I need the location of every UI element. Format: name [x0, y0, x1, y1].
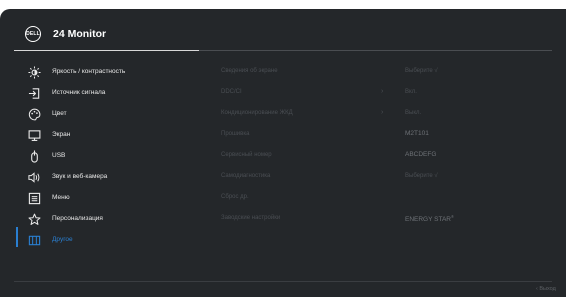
- header-divider: [199, 50, 552, 51]
- menu-label: Другое: [52, 236, 73, 243]
- submenu-value: Вкл.: [405, 89, 417, 95]
- menu-label: Звук и веб-камера: [52, 173, 108, 180]
- menu-item-menu[interactable]: Меню: [0, 190, 200, 211]
- registered-mark: ®: [451, 214, 454, 219]
- submenu-label: Сервисный номер: [221, 152, 272, 158]
- menu-label: USB: [52, 152, 66, 159]
- submenu-label: Кондиционирование ЖКД: [221, 110, 293, 116]
- star-icon: [27, 213, 41, 227]
- menu-label: Экран: [52, 131, 71, 138]
- monitor-osd-panel: DELL 24 Monitor Яркость / контрастность …: [0, 9, 566, 297]
- submenu-label: Самодиагностика: [221, 173, 271, 179]
- menu-label: Цвет: [52, 110, 67, 117]
- menu-item-brightness[interactable]: Яркость / контрастность: [0, 64, 200, 85]
- menu-item-personalize[interactable]: Персонализация: [0, 211, 200, 232]
- osd-title: 24 Monitor: [53, 28, 107, 40]
- osd-header: DELL 24 Monitor: [0, 9, 566, 50]
- menu-item-color[interactable]: Цвет: [0, 106, 200, 127]
- exit-button[interactable]: ‹ Выход: [536, 286, 556, 292]
- menu-item-audio-webcam[interactable]: Звук и веб-камера: [0, 169, 200, 190]
- chevron-right-icon: ›: [381, 109, 384, 116]
- input-source-icon: [27, 87, 41, 101]
- color-palette-icon: [27, 108, 41, 122]
- submenu-label: Сброс др.: [221, 194, 249, 200]
- submenu-value: Выберите √: [405, 68, 438, 74]
- submenu-value: ABCDEFG: [405, 151, 437, 158]
- footer-divider: [14, 281, 552, 282]
- header-divider-active: [14, 50, 199, 51]
- submenu-value: Выберите √: [405, 173, 438, 179]
- submenu-label: Заводские настройки: [221, 215, 281, 221]
- menu-label: Меню: [52, 194, 70, 201]
- menu-item-input-source[interactable]: Источник сигнала: [0, 85, 200, 106]
- submenu-value: M2T101: [405, 130, 429, 137]
- energy-star-value: ENERGY STAR®: [405, 214, 454, 224]
- other-icon: [27, 234, 41, 248]
- dell-logo: DELL: [25, 26, 41, 42]
- submenu-label: Прошивка: [221, 131, 250, 137]
- menu-label: Источник сигнала: [52, 89, 106, 96]
- submenu-value: Выкл.: [405, 110, 422, 116]
- menu-label: Яркость / контрастность: [52, 68, 126, 75]
- brightness-icon: [27, 66, 41, 80]
- submenu-label: DDC/CI: [221, 89, 242, 95]
- speaker-camera-icon: [27, 171, 41, 185]
- submenu-label: Сведения об экране: [221, 68, 278, 74]
- display-icon: [27, 129, 41, 143]
- menu-item-display[interactable]: Экран: [0, 127, 200, 148]
- menu-icon: [27, 192, 41, 206]
- menu-label: Персонализация: [52, 215, 103, 222]
- chevron-right-icon: ›: [381, 88, 384, 95]
- menu-item-usb[interactable]: USB: [0, 148, 200, 169]
- usb-icon: [27, 150, 41, 164]
- menu-item-other[interactable]: Другое: [0, 232, 200, 253]
